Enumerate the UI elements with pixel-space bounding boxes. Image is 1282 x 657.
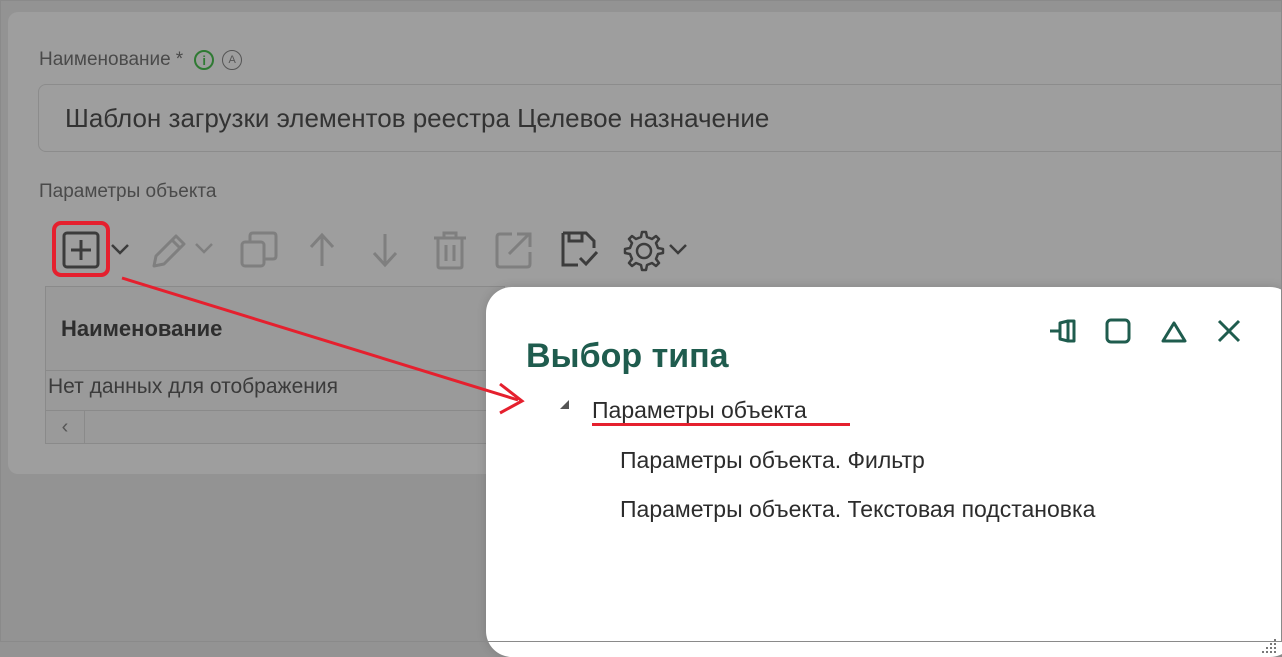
tree-node-root[interactable]: Параметры объекта (592, 397, 807, 424)
collapse-icon[interactable] (1158, 315, 1190, 347)
object-params-label: Параметры объекта (39, 181, 217, 202)
tree-node-filter[interactable]: Параметры объекта. Фильтр (620, 447, 925, 474)
move-down-icon[interactable] (369, 230, 401, 270)
save-icon[interactable] (558, 230, 600, 270)
auto-translate-icon[interactable]: A (222, 50, 243, 70)
delete-icon[interactable] (431, 229, 469, 271)
resize-grip-icon[interactable] (1258, 635, 1278, 655)
grid-column-header[interactable]: Наименование (46, 287, 504, 371)
name-field-label: Наименование * i A (39, 49, 243, 71)
tree-expand-icon[interactable] (560, 400, 569, 409)
required-mark: * (175, 49, 184, 70)
close-icon[interactable] (1213, 315, 1245, 347)
open-external-icon[interactable] (494, 230, 534, 270)
copy-icon[interactable] (238, 230, 280, 270)
settings-icon[interactable] (620, 228, 692, 272)
add-dropdown-chevron-icon[interactable] (110, 242, 130, 256)
type-selection-dialog: Выбор типа Параметры объекта Параметры о… (486, 287, 1282, 657)
name-input-value: Шаблон загрузки элементов реестра Целево… (65, 102, 770, 133)
grid-horizontal-scrollbar[interactable]: ‹ (46, 410, 504, 443)
tree-node-text-substitution[interactable]: Параметры объекта. Текстовая подстановка (620, 496, 1095, 523)
grid-empty-message: Нет данных для отображения (48, 375, 338, 398)
scroll-left-icon[interactable]: ‹ (46, 411, 85, 443)
name-label-text: Наименование (39, 49, 171, 70)
move-up-icon[interactable] (306, 230, 338, 270)
name-input[interactable]: Шаблон загрузки элементов реестра Целево… (38, 84, 1282, 152)
dialog-title: Выбор типа (526, 337, 729, 375)
edit-icon[interactable] (148, 230, 218, 270)
info-icon[interactable]: i (194, 50, 215, 70)
maximize-icon[interactable] (1102, 315, 1134, 347)
add-icon[interactable] (62, 231, 102, 269)
params-grid: Наименование Нет данных для отображения … (45, 286, 505, 444)
pin-icon[interactable] (1048, 315, 1080, 347)
highlight-underline (592, 423, 850, 426)
